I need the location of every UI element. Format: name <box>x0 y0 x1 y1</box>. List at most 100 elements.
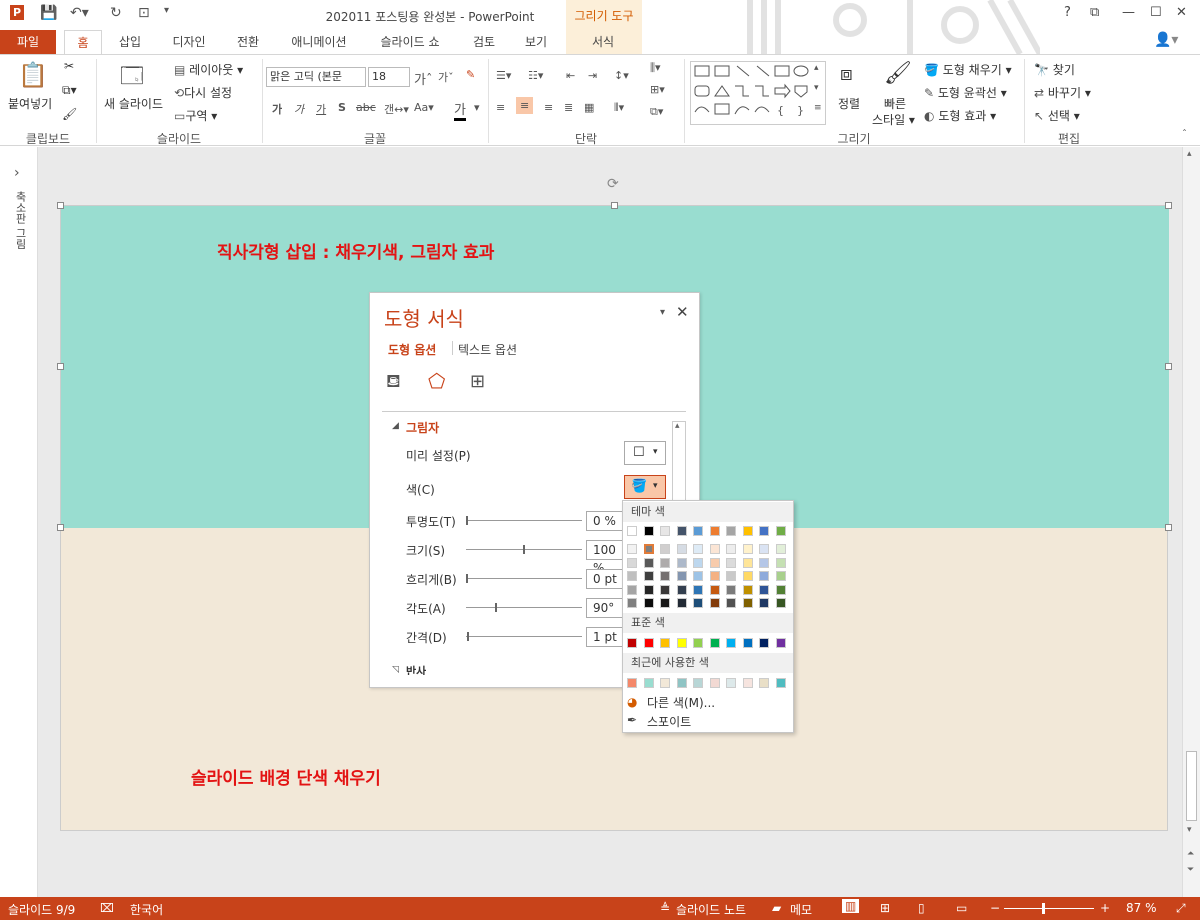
italic-icon[interactable]: 가 <box>294 101 304 117</box>
fill-line-icon[interactable]: ⛾ <box>386 371 401 395</box>
tab-text-options[interactable]: 텍스트 옵션 <box>458 341 517 358</box>
standard-color-swatch[interactable] <box>627 638 637 648</box>
decrease-font-icon[interactable]: 가ˇ <box>438 69 454 85</box>
theme-color-swatch[interactable] <box>709 526 720 536</box>
line-spacing-icon[interactable]: ↕▾ <box>614 69 629 82</box>
gallery-scroll-down-icon[interactable]: ▾ <box>814 83 819 93</box>
zoom-slider[interactable] <box>1004 903 1094 914</box>
size-properties-icon[interactable]: ⊞ <box>470 371 485 392</box>
theme-shade-swatch[interactable] <box>742 571 753 581</box>
theme-shade-swatch[interactable] <box>643 571 654 581</box>
prop-value-input[interactable]: 1 pt <box>586 627 626 647</box>
section-reflection[interactable]: 반사 <box>406 663 426 675</box>
increase-indent-icon[interactable]: ⇥ <box>588 69 597 82</box>
change-case-icon[interactable]: Aa▾ <box>414 101 434 114</box>
bullets-icon[interactable]: ☰▾ <box>496 69 511 82</box>
theme-shade-swatch[interactable] <box>759 557 769 568</box>
zoom-slider-thumb[interactable] <box>1042 903 1045 914</box>
theme-shade-swatch[interactable] <box>775 584 786 595</box>
align-left-icon[interactable]: ≡ <box>496 101 505 114</box>
standard-color-swatch[interactable] <box>726 638 736 648</box>
theme-shade-swatch[interactable] <box>660 557 670 568</box>
tab-review[interactable]: 검토 <box>464 30 504 54</box>
background-title-text[interactable]: 슬라이드 배경 단색 채우기 <box>191 764 381 789</box>
decrease-indent-icon[interactable]: ⇤ <box>566 69 575 82</box>
theme-shade-swatch[interactable] <box>775 557 786 568</box>
effects-pentagon-icon[interactable]: ⬠ <box>428 369 445 393</box>
zoom-in-icon[interactable]: + <box>1100 901 1110 915</box>
layout-button[interactable]: ▤ 레이아웃 ▾ <box>174 61 243 78</box>
font-size-combo[interactable]: 18 <box>368 67 410 87</box>
arrange-button[interactable]: 정렬 <box>838 95 860 112</box>
theme-shade-swatch[interactable] <box>742 598 753 608</box>
theme-shade-swatch[interactable] <box>676 598 687 608</box>
arrange-icon[interactable]: ⧈ <box>840 61 853 85</box>
standard-color-swatch[interactable] <box>759 638 769 648</box>
previous-slide-icon[interactable]: ⏶ <box>1187 849 1194 859</box>
find-button[interactable]: 🔭 찾기 <box>1034 61 1075 78</box>
zoom-level[interactable]: 87 % <box>1126 901 1157 915</box>
tab-slideshow[interactable]: 슬라이드 쇼 <box>372 30 448 54</box>
vertical-scrollbar[interactable]: ▴ ▾ ⏶ ⏷ <box>1182 147 1200 897</box>
copy-icon[interactable]: ⧉▾ <box>62 83 77 98</box>
scroll-thumb[interactable] <box>1186 751 1197 821</box>
theme-shade-swatch[interactable] <box>676 557 687 568</box>
reset-button[interactable]: ⟲다시 설정 <box>174 84 232 101</box>
tab-format[interactable]: 서식 <box>580 30 626 54</box>
resize-handle[interactable] <box>1165 202 1172 209</box>
undo-icon[interactable]: ↶▾ <box>70 5 89 21</box>
tab-insert[interactable]: 삽입 <box>110 30 150 54</box>
theme-shade-swatch[interactable] <box>726 584 736 595</box>
theme-color-swatch[interactable] <box>742 526 753 536</box>
theme-shade-swatch[interactable] <box>726 557 736 568</box>
new-slide-button[interactable]: 새 슬라이드 <box>104 95 163 112</box>
font-color-icon[interactable]: 가 <box>454 99 466 121</box>
rectangle-title-text[interactable]: 직사각형 삽입 : 채우기색, 그림자 효과 <box>217 238 494 263</box>
paste-icon[interactable]: 📋 <box>18 61 48 89</box>
theme-shade-swatch[interactable] <box>660 598 670 608</box>
redo-icon[interactable]: ↻ <box>110 5 122 21</box>
theme-color-swatch[interactable] <box>693 526 703 536</box>
standard-color-swatch[interactable] <box>775 638 786 648</box>
align-text-icon[interactable]: ⊞▾ <box>650 83 665 96</box>
save-icon[interactable]: 💾 <box>40 5 57 21</box>
theme-color-swatch[interactable] <box>676 526 687 536</box>
preset-dropdown[interactable]: ☐ ▾ <box>624 441 666 465</box>
theme-shade-swatch[interactable] <box>627 544 637 554</box>
theme-color-swatch[interactable] <box>726 526 736 536</box>
theme-shade-swatch[interactable] <box>660 571 670 581</box>
recent-color-swatch[interactable] <box>709 678 720 688</box>
cut-icon[interactable]: ✂ <box>64 59 74 73</box>
section-shadow[interactable]: 그림자 <box>406 419 439 436</box>
shape-fill-button[interactable]: 🪣 도형 채우기 ▾ <box>924 61 1012 78</box>
theme-shade-swatch[interactable] <box>643 584 654 595</box>
eyedropper-item[interactable]: 스포이트 <box>647 713 691 730</box>
standard-color-swatch[interactable] <box>643 638 654 648</box>
recent-color-swatch[interactable] <box>775 678 786 688</box>
standard-color-swatch[interactable] <box>742 638 753 648</box>
recent-color-swatch[interactable] <box>676 678 687 688</box>
increase-font-icon[interactable]: 가ˆ <box>414 69 432 88</box>
theme-shade-swatch[interactable] <box>709 571 720 581</box>
theme-color-swatch[interactable] <box>775 526 786 536</box>
gallery-scroll-up-icon[interactable]: ▴ <box>814 63 819 73</box>
prop-slider[interactable] <box>466 603 582 612</box>
recent-color-swatch[interactable] <box>693 678 703 688</box>
spell-check-icon[interactable]: ⌧ <box>100 901 114 915</box>
theme-shade-swatch[interactable] <box>759 544 769 554</box>
prop-slider[interactable] <box>466 545 582 554</box>
theme-shade-swatch[interactable] <box>709 544 720 554</box>
zoom-out-icon[interactable]: − <box>990 901 1000 915</box>
prop-slider[interactable] <box>466 516 582 525</box>
close-button[interactable]: ✕ <box>1176 5 1187 20</box>
tab-home[interactable]: 홈 <box>64 30 102 55</box>
paste-button[interactable]: 붙여넣기 <box>8 95 52 112</box>
gallery-more-icon[interactable]: ≡ <box>814 103 822 113</box>
pane-scroll-up-icon[interactable]: ▴ <box>675 421 680 431</box>
resize-handle[interactable] <box>57 524 64 531</box>
select-button[interactable]: ↖ 선택 ▾ <box>1034 107 1080 124</box>
text-direction-icon[interactable]: ⫼▾ <box>650 61 661 75</box>
more-colors-item[interactable]: 다른 색(M)... <box>647 694 715 711</box>
help-button[interactable]: ? <box>1064 5 1071 20</box>
slider-thumb[interactable] <box>467 632 469 641</box>
